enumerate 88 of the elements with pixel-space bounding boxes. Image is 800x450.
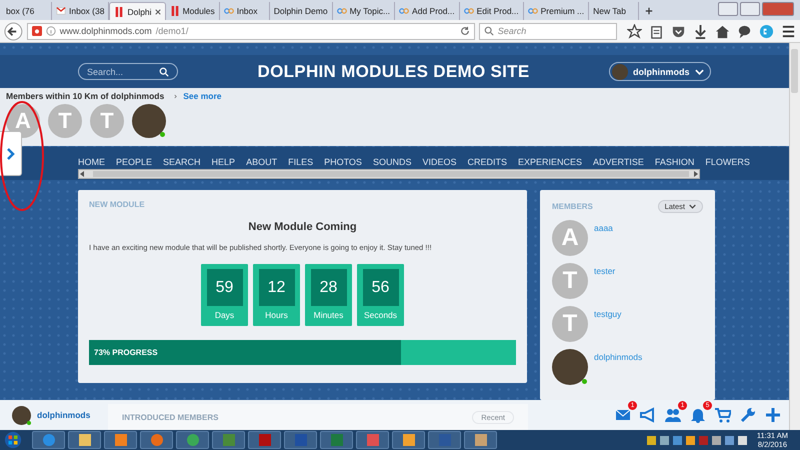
countdown-value: 28	[310, 269, 346, 306]
plus-icon[interactable]	[645, 7, 654, 15]
menu-icon[interactable]	[781, 24, 796, 38]
back-icon[interactable]	[4, 22, 23, 40]
user-link[interactable]: dolphinmods	[37, 410, 90, 420]
address-field[interactable]: www.dolphinmods.com /demo1/	[26, 22, 475, 40]
plus-icon[interactable]	[765, 407, 781, 423]
countdown-label: Minutes	[314, 310, 344, 320]
menu-item[interactable]: HOME	[78, 157, 105, 167]
online-dot	[27, 420, 31, 424]
cart-icon[interactable]	[715, 407, 731, 423]
camera-icon	[32, 26, 42, 36]
horizontal-scrollbar[interactable]	[78, 169, 700, 179]
chevron-down-icon	[695, 68, 704, 74]
taskbar-app-icon[interactable]	[176, 431, 209, 449]
loop-icon	[528, 6, 538, 16]
loop-icon	[399, 6, 410, 16]
menu-item[interactable]: SOUNDS	[372, 157, 412, 167]
mail-icon[interactable]	[615, 407, 631, 423]
taskbar-app-icon[interactable]	[392, 431, 425, 449]
progress-label: 73% PROGRESS	[93, 348, 158, 357]
module-title: New Module Coming	[247, 221, 358, 233]
search-icon	[484, 26, 494, 36]
taskbar-app-icon[interactable]	[464, 431, 497, 449]
card-heading: INTRODUCED MEMBERS	[122, 412, 218, 422]
menu-item[interactable]: SEARCH	[163, 157, 201, 167]
photo-placeholder[interactable]	[132, 104, 166, 138]
taskbar-app-icon[interactable]	[68, 431, 101, 449]
loop-icon	[336, 6, 347, 16]
taskbar-app-icon[interactable]	[104, 431, 137, 449]
photo-placeholder[interactable]	[552, 349, 588, 385]
photo-placeholder	[612, 64, 628, 80]
clipboard-icon[interactable]	[649, 24, 664, 38]
close-icon[interactable]	[154, 8, 161, 14]
side-panel-toggle[interactable]	[0, 131, 22, 176]
panel-title: Members within 10 Km of dolphinmods	[6, 91, 164, 101]
home-icon[interactable]	[715, 24, 730, 38]
card-heading: MEMBERS	[552, 202, 593, 211]
menu-item[interactable]: ABOUT	[246, 157, 278, 167]
start-icon[interactable]	[4, 431, 22, 449]
menu-item[interactable]: PEOPLE	[116, 157, 152, 167]
countdown-label: Days	[214, 310, 234, 320]
search-icon	[159, 66, 169, 76]
card-heading: NEW MODULE	[89, 200, 146, 209]
user-menu[interactable]: dolphinmods	[609, 62, 711, 81]
chevron-down-icon	[689, 204, 696, 209]
bars-icon	[170, 6, 180, 16]
menu-item[interactable]: PHOTOS	[324, 157, 362, 167]
menu-item[interactable]: FASHION	[654, 157, 694, 167]
search-field[interactable]: Search	[478, 22, 618, 40]
phone-icon[interactable]	[759, 24, 774, 38]
minimize-icon[interactable]	[718, 2, 738, 16]
browser-tab[interactable]: Dolphi	[109, 2, 166, 20]
site-title: DOLPHIN MODULES DEMO SITE	[256, 62, 530, 82]
chevron-right-icon	[6, 148, 14, 160]
menu-item[interactable]: CREDITS	[467, 157, 507, 167]
envelope-icon	[56, 6, 66, 16]
countdown-label: Hours	[265, 310, 288, 320]
people-icon[interactable]	[665, 407, 681, 423]
megaphone-icon[interactable]	[640, 407, 656, 423]
menu-item[interactable]: FLOWERS	[705, 157, 750, 167]
photo-placeholder[interactable]	[12, 406, 31, 424]
wrench-icon[interactable]	[740, 407, 756, 423]
download-icon[interactable]	[693, 24, 708, 38]
bell-icon[interactable]	[690, 407, 706, 423]
loop-icon	[464, 6, 474, 16]
info-icon	[46, 26, 56, 36]
star-icon[interactable]	[627, 24, 642, 38]
scroll-right-icon[interactable]	[694, 171, 698, 177]
bars-icon	[114, 6, 124, 16]
reload-icon[interactable]	[460, 26, 470, 36]
search-field[interactable]: Search...	[78, 63, 178, 80]
countdown-value: 56	[362, 269, 398, 306]
see-more-link[interactable]: See more	[183, 91, 222, 101]
loop-icon	[224, 6, 234, 16]
menu-item[interactable]: HELP	[212, 157, 236, 167]
menu-item[interactable]: FILES	[288, 157, 314, 167]
vertical-scrollbar[interactable]	[789, 43, 800, 430]
countdown-label: Seconds	[364, 310, 398, 320]
chevron-right-icon	[174, 94, 178, 98]
scroll-left-icon[interactable]	[80, 171, 84, 177]
countdown-value: 12	[258, 269, 294, 306]
menu-item[interactable]: EXPERIENCES	[518, 157, 582, 167]
countdown-value: 59	[206, 269, 242, 306]
restore-icon[interactable]	[740, 2, 760, 16]
menu-item[interactable]: VIDEOS	[422, 157, 456, 167]
menu-item[interactable]: ADVERTISE	[593, 157, 644, 167]
chat-icon[interactable]	[737, 24, 752, 38]
